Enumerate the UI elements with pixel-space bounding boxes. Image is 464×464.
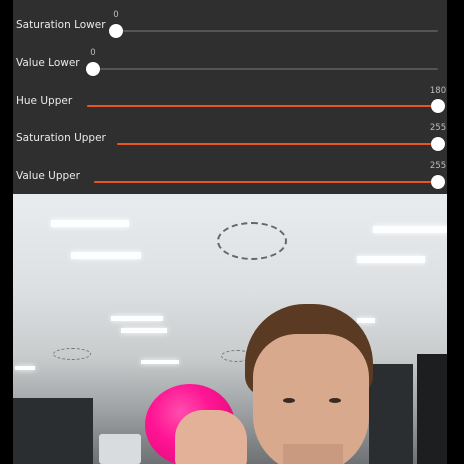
camera-feed	[13, 194, 447, 464]
slider-fill	[117, 143, 438, 145]
slider-value: 180	[429, 86, 447, 96]
tuner-window: Saturation Lower 0 Value Lower 0 Hue Upp…	[13, 0, 447, 464]
ceiling-light	[373, 226, 447, 233]
slider-knob[interactable]	[431, 175, 445, 189]
slider-value: 255	[429, 123, 447, 133]
slider-fill	[94, 181, 438, 183]
slider-label: Saturation Upper	[16, 132, 106, 144]
eye	[329, 398, 341, 403]
ceiling-light	[141, 360, 179, 364]
slider-label: Value Lower	[16, 57, 80, 69]
slider-track[interactable]	[86, 62, 438, 76]
ceiling-vent	[217, 222, 287, 260]
poster	[417, 354, 447, 464]
device	[99, 434, 141, 464]
slider-knob[interactable]	[109, 24, 123, 38]
person-neck	[283, 444, 343, 464]
ceiling-light	[71, 252, 141, 259]
eye	[283, 398, 295, 403]
ceiling-light	[357, 256, 425, 263]
slider-knob[interactable]	[431, 99, 445, 113]
slider-value-upper[interactable]: Value Upper 255	[13, 159, 447, 196]
slider-saturation-upper[interactable]: Saturation Upper 255	[13, 122, 447, 159]
cabinet	[13, 398, 93, 464]
slider-track[interactable]	[117, 137, 445, 151]
slider-label: Saturation Lower	[16, 19, 106, 31]
slider-label: Hue Upper	[16, 95, 73, 107]
ceiling-vent	[53, 348, 91, 360]
slider-value-lower[interactable]: Value Lower 0	[13, 46, 447, 83]
slider-saturation-lower[interactable]: Saturation Lower 0	[13, 8, 447, 45]
slider-label: Value Upper	[16, 170, 80, 182]
slider-value: 0	[113, 10, 119, 20]
ceiling-light	[15, 366, 35, 370]
slider-value: 255	[429, 161, 447, 171]
slider-knob[interactable]	[86, 62, 100, 76]
slider-track[interactable]	[109, 24, 438, 38]
ceiling-light	[357, 318, 375, 323]
slider-fill	[87, 105, 438, 107]
hand	[175, 410, 247, 464]
cabinet	[369, 364, 413, 464]
ceiling-light	[121, 328, 167, 333]
slider-knob[interactable]	[431, 137, 445, 151]
slider-hue-upper[interactable]: Hue Upper 180	[13, 84, 447, 121]
slider-value: 0	[90, 48, 96, 58]
slider-track[interactable]	[87, 99, 445, 113]
slider-track[interactable]	[94, 175, 445, 189]
ceiling-light	[51, 220, 129, 227]
ceiling-light	[111, 316, 163, 321]
